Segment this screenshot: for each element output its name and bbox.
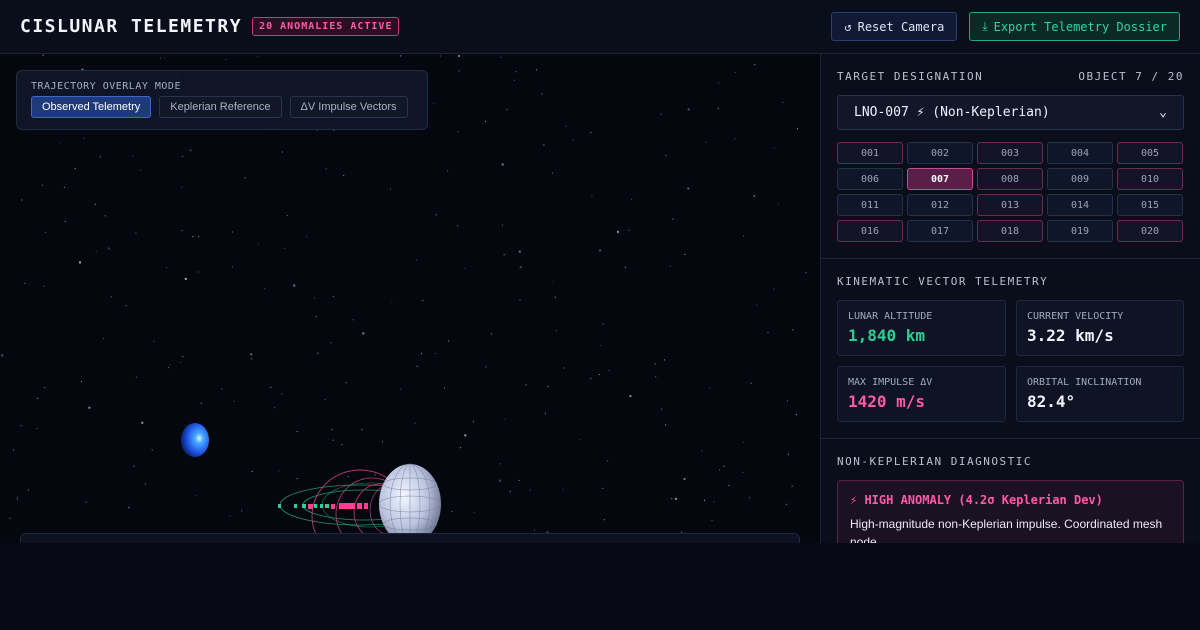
object-grid: 001 002 003 004 005 006 007 008 009 010 011 012 013 0… xyxy=(837,142,1184,242)
metric-lunar-altitude: LUNAR ALTITUDE 1,840 km xyxy=(837,300,1006,356)
top-bar: CISLUNAR TELEMETRY 20 ANOMALIES ACTIVE ↺… xyxy=(0,0,1200,54)
mode-observed-telemetry[interactable]: Observed Telemetry xyxy=(31,96,152,118)
reset-camera-button[interactable]: ↺ Reset Camera xyxy=(831,12,958,41)
object-cell[interactable]: 014 xyxy=(1047,194,1113,216)
target-select-value: LNO-007 ⚡ (Non-Keplerian) xyxy=(854,105,1050,120)
app-title: CISLUNAR TELEMETRY xyxy=(20,16,243,37)
target-designation-section: TARGET DESIGNATION OBJECT 7 / 20 LNO-007… xyxy=(821,54,1200,259)
anomaly-count-badge: 20 ANOMALIES ACTIVE xyxy=(252,17,400,36)
overlay-mode-panel: TRAJECTORY OVERLAY MODE Observed Telemet… xyxy=(16,70,428,130)
object-cell[interactable]: 009 xyxy=(1047,168,1113,190)
mode-keplerian-reference[interactable]: Keplerian Reference xyxy=(159,96,282,118)
object-cell[interactable]: 018 xyxy=(977,220,1043,242)
object-cell[interactable]: 011 xyxy=(837,194,903,216)
chevron-down-icon: ⌄ xyxy=(1159,105,1167,120)
metric-label: LUNAR ALTITUDE xyxy=(848,311,933,322)
object-cell[interactable]: 001 xyxy=(837,142,903,164)
object-cell[interactable]: 017 xyxy=(907,220,973,242)
object-cell[interactable]: 019 xyxy=(1047,220,1113,242)
export-dossier-button[interactable]: ⤓ Export Telemetry Dossier xyxy=(969,12,1180,41)
earth-body[interactable] xyxy=(181,423,209,457)
metric-value: 3.22 km/s xyxy=(1027,326,1114,345)
reset-camera-label: Reset Camera xyxy=(857,19,945,34)
kinematics-section: KINEMATIC VECTOR TELEMETRY LUNAR ALTITUD… xyxy=(821,259,1200,439)
metric-max-impulse: MAX IMPULSE ΔV 1420 m/s xyxy=(837,366,1006,422)
object-cell[interactable]: 005 xyxy=(1117,142,1183,164)
moon-body[interactable] xyxy=(378,463,442,543)
impulse-trail xyxy=(278,503,368,509)
orbit-viewport[interactable]: TRAJECTORY OVERLAY MODE Observed Telemet… xyxy=(0,54,820,543)
timeline-panel xyxy=(20,533,800,543)
object-cell[interactable]: 013 xyxy=(977,194,1043,216)
object-cell[interactable]: 006 xyxy=(837,168,903,190)
object-cell[interactable]: 002 xyxy=(907,142,973,164)
metric-label: ORBITAL INCLINATION xyxy=(1027,377,1142,388)
anomaly-alert-text: High-magnitude non-Keplerian impulse. Co… xyxy=(850,517,1163,543)
mode-delta-v-vectors[interactable]: ΔV Impulse Vectors xyxy=(289,96,408,118)
export-dossier-label: Export Telemetry Dossier xyxy=(993,19,1167,34)
inspector-panel: TARGET DESIGNATION OBJECT 7 / 20 LNO-007… xyxy=(820,54,1200,543)
kinematics-title: KINEMATIC VECTOR TELEMETRY xyxy=(837,275,1049,288)
download-icon: ⤓ xyxy=(982,19,988,33)
metric-current-velocity: CURRENT VELOCITY 3.22 km/s xyxy=(1016,300,1184,356)
object-cell[interactable]: 004 xyxy=(1047,142,1113,164)
object-cell[interactable]: 010 xyxy=(1117,168,1183,190)
object-counter: OBJECT 7 / 20 xyxy=(1078,70,1184,83)
overlay-mode-label: TRAJECTORY OVERLAY MODE xyxy=(31,81,181,92)
overlay-mode-tabs: Observed Telemetry Keplerian Reference Δ… xyxy=(31,96,413,118)
target-designation-title: TARGET DESIGNATION xyxy=(837,70,984,83)
page-footer-area xyxy=(0,543,1200,630)
anomaly-alert-card: ⚡ HIGH ANOMALY (4.2σ Keplerian Dev) High… xyxy=(837,480,1184,543)
diagnostic-title: NON-KEPLERIAN DIAGNOSTIC xyxy=(837,455,1032,468)
metric-value: 1,840 km xyxy=(848,326,926,345)
metric-label: CURRENT VELOCITY xyxy=(1027,311,1124,322)
object-cell[interactable]: 016 xyxy=(837,220,903,242)
target-select[interactable]: LNO-007 ⚡ (Non-Keplerian) ⌄ xyxy=(837,95,1184,130)
object-cell[interactable]: 003 xyxy=(977,142,1043,164)
diagnostic-section: NON-KEPLERIAN DIAGNOSTIC ⚡ HIGH ANOMALY … xyxy=(821,439,1200,543)
object-cell[interactable]: 012 xyxy=(907,194,973,216)
object-cell[interactable]: 007 xyxy=(907,168,973,190)
object-cell[interactable]: 008 xyxy=(977,168,1043,190)
object-cell[interactable]: 020 xyxy=(1117,220,1183,242)
object-cell[interactable]: 015 xyxy=(1117,194,1183,216)
anomaly-alert-title: ⚡ HIGH ANOMALY (4.2σ Keplerian Dev) xyxy=(850,493,1103,507)
metric-value: 1420 m/s xyxy=(848,392,926,411)
metric-value: 82.4° xyxy=(1027,392,1076,411)
metric-orbital-inclination: ORBITAL INCLINATION 82.4° xyxy=(1016,366,1184,422)
reset-icon: ↺ xyxy=(844,19,852,34)
metric-label: MAX IMPULSE ΔV xyxy=(848,377,933,388)
